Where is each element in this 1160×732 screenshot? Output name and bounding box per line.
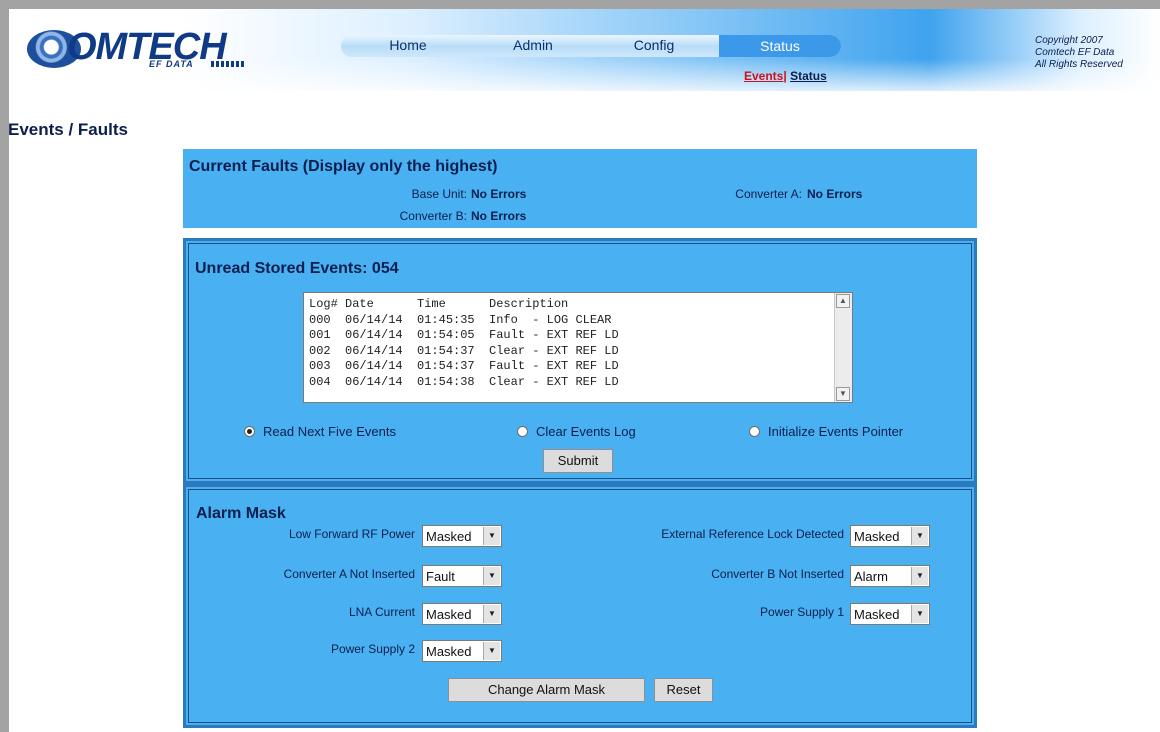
fault-label-base-unit: Base Unit:	[411, 187, 467, 201]
select-value: Masked	[426, 529, 472, 544]
page-title: Events / Faults	[9, 120, 128, 139]
fault-value-converter-a: No Errors	[807, 187, 863, 201]
radio-clear-events-log[interactable]	[517, 426, 528, 437]
current-faults-heading: Current Faults (Display only the highest…	[189, 158, 498, 175]
select-power-supply-2[interactable]: Masked ▼	[422, 640, 502, 662]
dropdown-arrow-icon: ▼	[483, 642, 500, 660]
copyright: Copyright 2007 Comtech EF Data All Right…	[1035, 35, 1123, 71]
radio-read-next-five[interactable]	[244, 426, 255, 437]
select-low-forward-rf-power[interactable]: Masked ▼	[422, 525, 502, 547]
subnav-status-link[interactable]: Status	[790, 69, 827, 83]
scroll-down-icon[interactable]: ▼	[836, 387, 850, 401]
change-alarm-mask-button[interactable]: Change Alarm Mask	[448, 678, 645, 702]
dropdown-arrow-icon: ▼	[911, 527, 928, 545]
select-converter-a-not-inserted[interactable]: Fault ▼	[422, 565, 502, 587]
fault-value-converter-b: No Errors	[471, 209, 527, 223]
radio-label-initialize-events-pointer: Initialize Events Pointer	[768, 424, 904, 439]
subnav-separator: |	[783, 69, 787, 83]
radio-label-read-next-five: Read Next Five Events	[263, 424, 396, 439]
copyright-line: All Rights Reserved	[1035, 59, 1123, 70]
reset-button[interactable]: Reset	[654, 678, 713, 702]
current-faults-panel: Current Faults (Display only the highest…	[183, 149, 977, 228]
select-value: Fault	[426, 569, 455, 584]
log-header-row: Log# Date Time Description	[309, 297, 569, 311]
fault-label-converter-b: Converter B:	[399, 209, 467, 223]
nav-home[interactable]: Home	[363, 37, 453, 53]
stored-events-heading: Unread Stored Events: 054	[195, 260, 399, 277]
select-value: Alarm	[854, 569, 888, 584]
alarm-label-lna-current: LNA Current	[348, 605, 415, 619]
events-log-textarea[interactable]: Log# Date Time Description 000 06/14/14 …	[303, 292, 853, 403]
alarm-label-converter-a-not-inserted: Converter A Not Inserted	[283, 567, 415, 581]
nav-config[interactable]: Config	[609, 37, 699, 53]
page: OMTECH EF DATA Home Admin Config Status …	[9, 9, 1160, 732]
dropdown-arrow-icon: ▼	[483, 605, 500, 623]
select-converter-b-not-inserted[interactable]: Alarm ▼	[850, 565, 930, 587]
log-row: 000 06/14/14 01:45:35 Info - LOG CLEAR	[309, 312, 612, 327]
events-log-text: Log# Date Time Description 000 06/14/14 …	[309, 297, 619, 390]
log-row: 003 06/14/14 01:54:37 Fault - EXT REF LD	[309, 359, 619, 373]
select-value: Masked	[426, 644, 472, 659]
scroll-up-icon[interactable]: ▲	[836, 294, 850, 308]
select-value: Masked	[854, 607, 900, 622]
dropdown-arrow-icon: ▼	[483, 567, 500, 585]
radio-label-clear-events-log: Clear Events Log	[536, 424, 636, 439]
alarm-label-converter-b-not-inserted: Converter B Not Inserted	[711, 567, 844, 581]
comtech-logo: OMTECH EF DATA	[27, 26, 257, 80]
dropdown-arrow-icon: ▼	[483, 527, 500, 545]
log-row: 002 06/14/14 01:54:37 Clear - EXT REF LD	[309, 343, 619, 358]
logo-sub-text: EF DATA	[149, 59, 194, 69]
alarm-label-external-reference-lock: External Reference Lock Detected	[661, 527, 844, 541]
alarm-label-power-supply-1: Power Supply 1	[759, 605, 844, 619]
subnav-events-link[interactable]: Events	[744, 69, 783, 83]
log-scrollbar[interactable]: ▲ ▼	[834, 293, 852, 402]
copyright-line: Copyright 2007	[1035, 35, 1103, 46]
select-external-reference-lock[interactable]: Masked ▼	[850, 525, 930, 547]
nav-admin[interactable]: Admin	[488, 37, 578, 53]
stored-events-panel: Unread Stored Events: 054 Log# Date Time…	[183, 238, 977, 484]
nav-status[interactable]: Status	[719, 35, 841, 57]
alarm-mask-heading: Alarm Mask	[196, 505, 286, 522]
submit-button[interactable]: Submit	[543, 449, 613, 473]
log-row: 001 06/14/14 01:54:05 Fault - EXT REF LD	[309, 328, 619, 342]
dropdown-arrow-icon: ▼	[911, 567, 928, 585]
select-value: Masked	[426, 607, 472, 622]
alarm-label-power-supply-2: Power Supply 2	[330, 642, 415, 656]
alarm-label-low-forward-rf-power: Low Forward RF Power	[288, 527, 415, 541]
logo-bars	[211, 61, 245, 67]
logo-brand-text: OMTECH	[67, 26, 227, 68]
log-row: 004 06/14/14 01:54:38 Clear - EXT REF LD	[309, 374, 619, 389]
alarm-mask-panel: Alarm Mask Low Forward RF Power Masked ▼…	[183, 484, 977, 728]
select-lna-current[interactable]: Masked ▼	[422, 603, 502, 625]
radio-initialize-events-pointer[interactable]	[749, 426, 760, 437]
fault-value-base-unit: No Errors	[471, 187, 527, 201]
select-value: Masked	[854, 529, 900, 544]
dropdown-arrow-icon: ▼	[911, 605, 928, 623]
main-nav: Home Admin Config Status	[341, 35, 841, 57]
fault-label-converter-a: Converter A:	[735, 187, 802, 201]
sub-nav: Events| Status	[744, 69, 827, 83]
copyright-line: Comtech EF Data	[1035, 47, 1115, 58]
select-power-supply-1[interactable]: Masked ▼	[850, 603, 930, 625]
